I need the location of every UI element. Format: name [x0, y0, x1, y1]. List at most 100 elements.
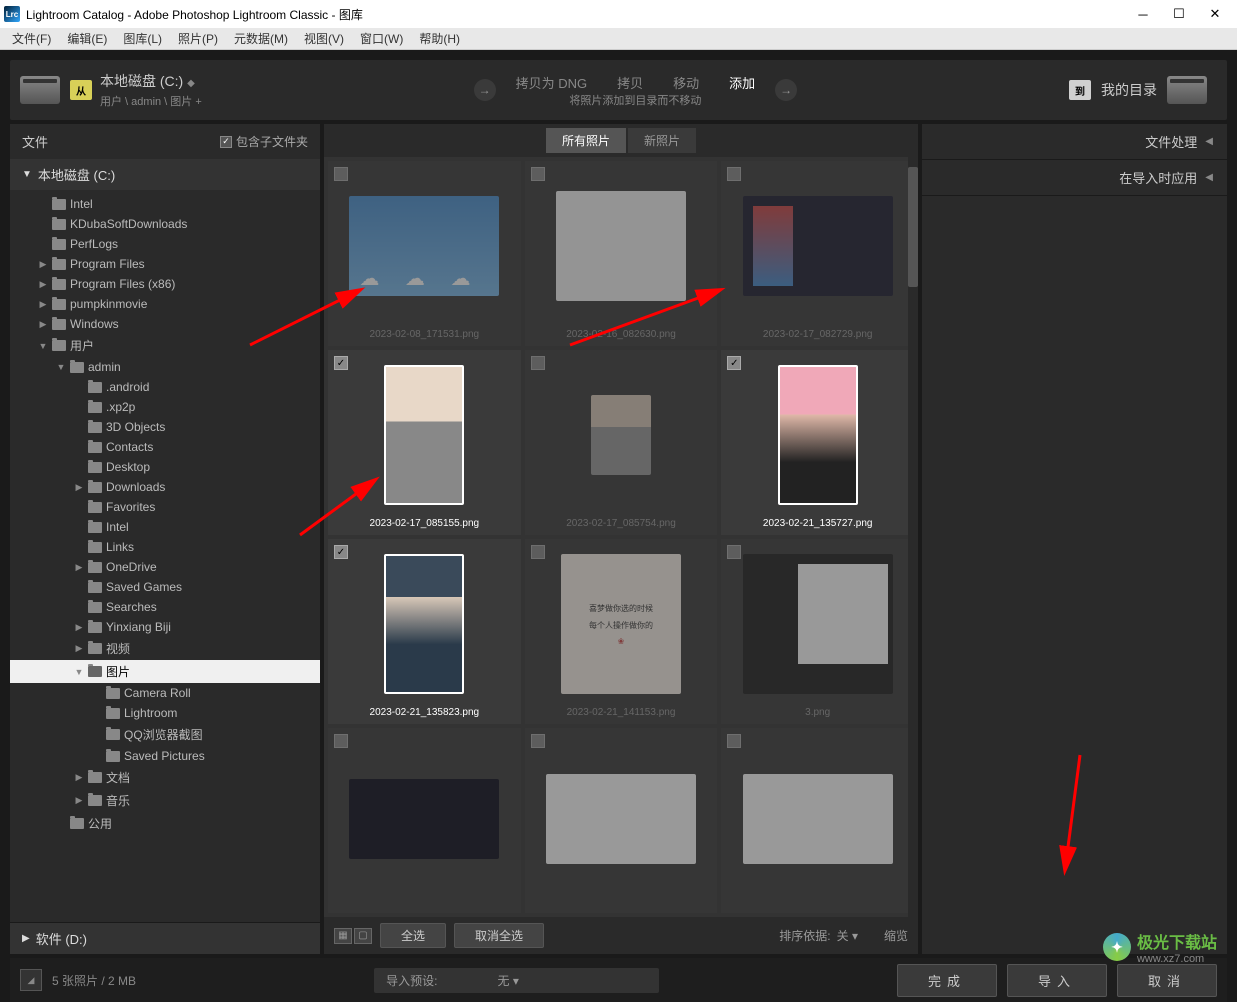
expand-icon[interactable]: ▶ [74, 562, 84, 573]
cancel-button[interactable]: 取消 [1117, 964, 1217, 997]
folder-item[interactable]: PerfLogs [10, 234, 320, 254]
folder-item[interactable]: ▶Downloads [10, 477, 320, 497]
thumbnail-cell[interactable]: ✓2023-02-17_085155.png [328, 350, 521, 535]
folder-item[interactable]: QQ浏览器截图 [10, 723, 320, 746]
thumbnail-cell[interactable]: 2023-02-17_085754.png [525, 350, 718, 535]
folder-item[interactable]: Favorites [10, 497, 320, 517]
menu-item[interactable]: 元数据(M) [226, 28, 296, 49]
expand-icon[interactable]: ▶ [74, 772, 84, 783]
file-handling-section[interactable]: 文件处理◀ [922, 124, 1227, 160]
folder-item[interactable]: ▼用户 [10, 334, 320, 357]
grid-view-button[interactable]: ▦ [334, 928, 352, 944]
expand-icon[interactable]: ▶ [38, 259, 48, 270]
folder-item[interactable]: 公用 [10, 812, 320, 835]
folder-item[interactable]: ▼图片 [10, 660, 320, 683]
thumbnail-cell[interactable]: ✓2023-02-21_135727.png [721, 350, 914, 535]
thumb-checkbox[interactable] [531, 167, 545, 181]
folder-item[interactable]: Saved Pictures [10, 746, 320, 766]
tab-all-photos[interactable]: 所有照片 [546, 128, 626, 153]
thumbnail-cell[interactable]: 喜梦做你选的时候每个人操作做你的❀2023-02-21_141153.png [525, 539, 718, 724]
thumb-checkbox[interactable]: ✓ [334, 356, 348, 370]
prev-arrow-button[interactable]: → [474, 79, 496, 101]
done-button[interactable]: 完成 [897, 964, 997, 997]
thumb-checkbox[interactable] [727, 545, 741, 559]
folder-item[interactable]: Saved Games [10, 577, 320, 597]
drive-section-header[interactable]: ▼ 本地磁盘 (C:) [10, 159, 320, 190]
source-drive[interactable]: 本地磁盘 (C:) ◆ [100, 71, 202, 91]
thumbnail-cell[interactable]: 2023-02-17_082729.png [721, 161, 914, 346]
folder-item[interactable]: Intel [10, 194, 320, 214]
folder-item[interactable]: Searches [10, 597, 320, 617]
thumb-checkbox[interactable] [531, 734, 545, 748]
folder-item[interactable]: ▶音乐 [10, 789, 320, 812]
folder-item[interactable]: ▶OneDrive [10, 557, 320, 577]
expand-icon[interactable]: ▶ [74, 482, 84, 493]
sort-value[interactable]: 关 ▾ [837, 927, 858, 944]
thumbnail-cell[interactable]: 2023-02-16_082630.png [525, 161, 718, 346]
drive-d-section[interactable]: ▶ 软件 (D:) [10, 922, 320, 954]
folder-item[interactable]: Contacts [10, 437, 320, 457]
mode-add[interactable]: 添加 [729, 73, 755, 92]
destination[interactable]: 我的目录 [1101, 80, 1157, 100]
folder-item[interactable]: 3D Objects [10, 417, 320, 437]
mode-dng[interactable]: 拷贝为 DNG [516, 73, 588, 92]
folder-item[interactable]: ▶Program Files [10, 254, 320, 274]
folder-item[interactable]: ▼admin [10, 357, 320, 377]
folder-item[interactable]: Intel [10, 517, 320, 537]
expand-icon[interactable]: ▼ [74, 667, 84, 677]
mode-move[interactable]: 移动 [673, 73, 699, 92]
thumbnail-cell[interactable]: 2023-02-08_171531.png [328, 161, 521, 346]
thumb-checkbox[interactable] [531, 545, 545, 559]
folder-item[interactable]: ▶pumpkinmovie [10, 294, 320, 314]
folder-item[interactable]: Links [10, 537, 320, 557]
folder-item[interactable]: ▶Yinxiang Biji [10, 617, 320, 637]
expand-icon[interactable]: ▶ [38, 279, 48, 290]
select-all-button[interactable]: 全选 [380, 923, 446, 948]
thumb-checkbox[interactable] [334, 167, 348, 181]
tab-new-photos[interactable]: 新照片 [628, 128, 696, 153]
import-preset[interactable]: 导入预设: 无 ▾ [374, 968, 659, 993]
thumbnail-cell[interactable] [525, 728, 718, 913]
thumbnail-cell[interactable]: ✓2023-02-21_135823.png [328, 539, 521, 724]
maximize-button[interactable]: ☐ [1161, 0, 1197, 28]
expand-icon[interactable]: ▶ [74, 622, 84, 633]
folder-item[interactable]: .android [10, 377, 320, 397]
minimize-button[interactable]: ─ [1125, 0, 1161, 28]
thumb-checkbox[interactable]: ✓ [334, 545, 348, 559]
thumbnail-cell[interactable]: 3.png [721, 539, 914, 724]
loupe-view-button[interactable]: ▢ [354, 928, 372, 944]
menu-item[interactable]: 编辑(E) [59, 28, 115, 49]
folder-item[interactable]: KDubaSoftDownloads [10, 214, 320, 234]
expand-icon[interactable]: ▶ [38, 319, 48, 330]
folder-item[interactable]: ▶视频 [10, 637, 320, 660]
thumb-checkbox[interactable] [531, 356, 545, 370]
menu-item[interactable]: 照片(P) [170, 28, 226, 49]
thumbnail-cell[interactable] [328, 728, 521, 913]
thumb-checkbox[interactable] [727, 734, 741, 748]
folder-item[interactable]: .xp2p [10, 397, 320, 417]
menu-item[interactable]: 图库(L) [115, 28, 170, 49]
folder-item[interactable]: Desktop [10, 457, 320, 477]
folder-item[interactable]: Lightroom [10, 703, 320, 723]
thumb-checkbox[interactable] [334, 734, 348, 748]
expand-icon[interactable]: ▶ [38, 299, 48, 310]
expand-icon[interactable]: ▼ [38, 341, 48, 351]
folder-item[interactable]: ▶Program Files (x86) [10, 274, 320, 294]
folder-item[interactable]: ▶文档 [10, 766, 320, 789]
apply-on-import-section[interactable]: 在导入时应用◀ [922, 160, 1227, 196]
scrollbar[interactable] [908, 157, 918, 917]
folder-item[interactable]: ▶Windows [10, 314, 320, 334]
menu-item[interactable]: 视图(V) [296, 28, 352, 49]
import-button[interactable]: 导入 [1007, 964, 1107, 997]
close-button[interactable]: ✕ [1197, 0, 1233, 28]
collapse-toggle[interactable]: ◢ [20, 969, 42, 991]
next-arrow-button[interactable]: → [775, 79, 797, 101]
include-subfolder-toggle[interactable]: ✓ 包含子文件夹 [220, 133, 308, 150]
deselect-all-button[interactable]: 取消全选 [454, 923, 544, 948]
expand-icon[interactable]: ▶ [74, 795, 84, 806]
menu-item[interactable]: 窗口(W) [352, 28, 411, 49]
expand-icon[interactable]: ▼ [56, 362, 66, 372]
menu-item[interactable]: 帮助(H) [411, 28, 468, 49]
folder-item[interactable]: Camera Roll [10, 683, 320, 703]
menu-item[interactable]: 文件(F) [4, 28, 59, 49]
